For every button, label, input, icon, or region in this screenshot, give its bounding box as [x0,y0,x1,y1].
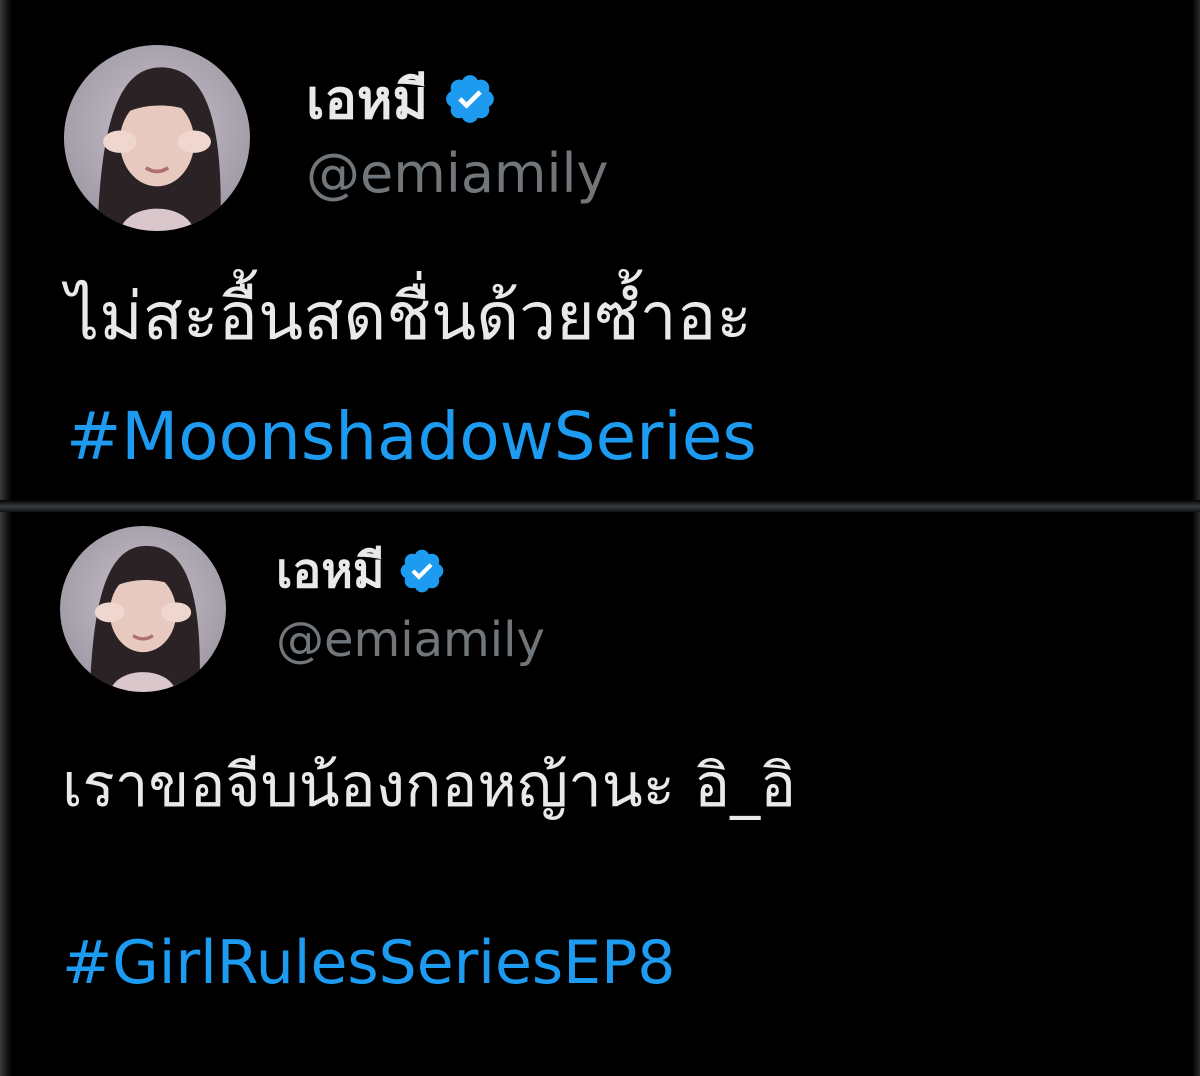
tweet-text: ไม่สะอื้นสดชื่นด้วยซ้ำอะ [66,278,752,355]
avatar-photo [64,45,250,231]
avatar[interactable] [64,45,250,231]
tweet-text: เราขอจีบน้องกอหญ้านะ อิ_อิ [62,751,797,821]
verified-badge-icon [397,546,447,596]
user-handle[interactable]: @emiamily [276,612,545,668]
author-name-row[interactable]: เอหมี [306,64,498,134]
display-name[interactable]: เอหมี [306,56,428,142]
author-name-row[interactable]: เอหมี [276,540,447,602]
avatar-photo [60,526,226,692]
user-handle[interactable]: @emiamily [306,142,608,205]
verified-badge-icon [442,71,498,127]
hashtag-link[interactable]: #MoonshadowSeries [66,398,757,475]
display-name[interactable]: เอหมี [276,533,385,609]
tweet-card[interactable]: เอหมี @emiamily ไม่สะอื้นสดชื่นด้วยซ้ำอะ… [0,0,1200,502]
hashtag-link[interactable]: #GirlRulesSeriesEP8 [62,928,675,998]
avatar[interactable] [60,526,226,692]
tweet-card[interactable]: เอหมี @emiamily เราขอจีบน้องกอหญ้านะ อิ_… [0,510,1200,1076]
